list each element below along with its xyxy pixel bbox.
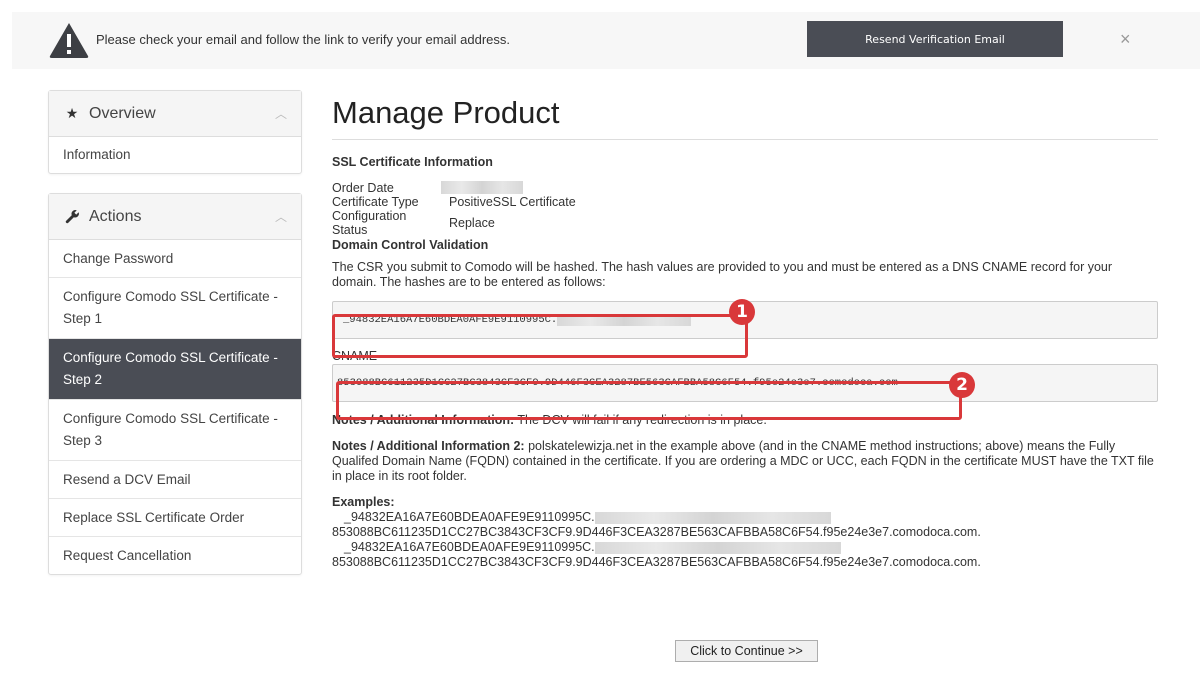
sidebar-item-configure-step1[interactable]: Configure Comodo SSL Certificate - Step …	[49, 278, 301, 339]
highlight-box-1	[332, 314, 748, 358]
notes-2: Notes / Additional Information 2: polska…	[332, 439, 1158, 484]
cert-type-value: PositiveSSL Certificate	[449, 195, 576, 209]
page-title: Manage Product	[332, 95, 1158, 140]
sidebar-item-label: Configure Comodo SSL Certificate - Step …	[63, 350, 278, 387]
sidebar-item-label: Configure Comodo SSL Certificate - Step …	[63, 411, 278, 448]
example-1-cname: 853088BC611235D1CC27BC3843CF3CF9.9D446F3…	[332, 525, 981, 539]
sidebar-item-information[interactable]: Information	[49, 137, 301, 173]
actions-panel-header[interactable]: Actions ︿	[49, 194, 301, 240]
sidebar-item-label: Replace SSL Certificate Order	[63, 509, 245, 525]
alert-message: Please check your email and follow the l…	[96, 32, 511, 47]
cert-type-label: Certificate Type	[332, 195, 419, 209]
cert-type-row: Certificate Type PositiveSSL Certificate	[332, 195, 1158, 209]
star-icon: ★	[65, 105, 79, 121]
chevron-up-icon[interactable]: ︿	[275, 208, 287, 225]
example-2-cname: 853088BC611235D1CC27BC3843CF3CF9.9D446F3…	[332, 555, 981, 569]
overview-panel: ★ Overview ︿ Information	[48, 90, 302, 174]
sidebar-item-request-cancellation[interactable]: Request Cancellation	[49, 537, 301, 575]
actions-title: Actions	[89, 207, 142, 225]
chevron-up-icon[interactable]: ︿	[275, 105, 287, 122]
sidebar-item-label: Configure Comodo SSL Certificate - Step …	[63, 289, 278, 326]
wrench-icon	[63, 209, 81, 224]
sidebar-item-label: Information	[63, 147, 131, 162]
example-2-redacted	[594, 541, 841, 554]
example-1-hash-text: _94832EA16A7E60BDEA0AFE9E9110995C.	[344, 510, 595, 524]
order-date-label: Order Date	[332, 181, 394, 195]
example-2-hash: _94832EA16A7E60BDEA0AFE9E9110995C.	[332, 540, 1158, 555]
sidebar-item-label: Request Cancellation	[63, 548, 192, 563]
overview-panel-header[interactable]: ★ Overview ︿	[49, 91, 301, 137]
actions-panel: Actions ︿ Change Password Configure Como…	[48, 193, 302, 575]
close-icon[interactable]: ×	[1120, 29, 1131, 50]
example-1-hash: _94832EA16A7E60BDEA0AFE9E9110995C.	[332, 510, 1158, 525]
sidebar-item-label: Resend a DCV Email	[63, 471, 191, 487]
highlight-box-2	[336, 381, 962, 420]
example-2-hash-text: _94832EA16A7E60BDEA0AFE9E9110995C.	[344, 540, 595, 554]
verification-alert: Please check your email and follow the l…	[12, 12, 1200, 69]
config-status-value: Replace	[449, 216, 495, 230]
sidebar-item-configure-step2[interactable]: Configure Comodo SSL Certificate - Step …	[49, 339, 301, 400]
continue-button[interactable]: Click to Continue >>	[675, 640, 818, 662]
example-1-redacted	[594, 511, 831, 524]
examples-label: Examples:	[332, 495, 395, 509]
sidebar-item-resend-dcv[interactable]: Resend a DCV Email	[49, 461, 301, 499]
config-status-row: Configuration Status Replace	[332, 209, 1158, 237]
resend-verification-button[interactable]: Resend Verification Email	[807, 21, 1063, 57]
sidebar-item-change-password[interactable]: Change Password	[49, 240, 301, 278]
notes-2-label: Notes / Additional Information 2:	[332, 439, 525, 453]
overview-title: Overview	[89, 104, 156, 122]
order-date-row: Order Date	[332, 181, 1158, 195]
warning-icon	[49, 23, 89, 58]
examples-block: Examples: _94832EA16A7E60BDEA0AFE9E91109…	[332, 495, 1158, 570]
dcv-title: Domain Control Validation	[332, 238, 489, 252]
sidebar-item-configure-step3[interactable]: Configure Comodo SSL Certificate - Step …	[49, 400, 301, 461]
sidebar-item-replace-order[interactable]: Replace SSL Certificate Order	[49, 499, 301, 537]
order-date-value-redacted	[441, 181, 523, 194]
ssl-info-title: SSL Certificate Information	[332, 155, 493, 169]
sidebar-item-label: Change Password	[63, 250, 174, 266]
annotation-badge-1: 1	[729, 299, 755, 325]
dcv-description: The CSR you submit to Comodo will be has…	[332, 260, 1113, 289]
config-status-label: Configuration Status	[332, 209, 407, 237]
annotation-badge-2: 2	[949, 372, 975, 398]
